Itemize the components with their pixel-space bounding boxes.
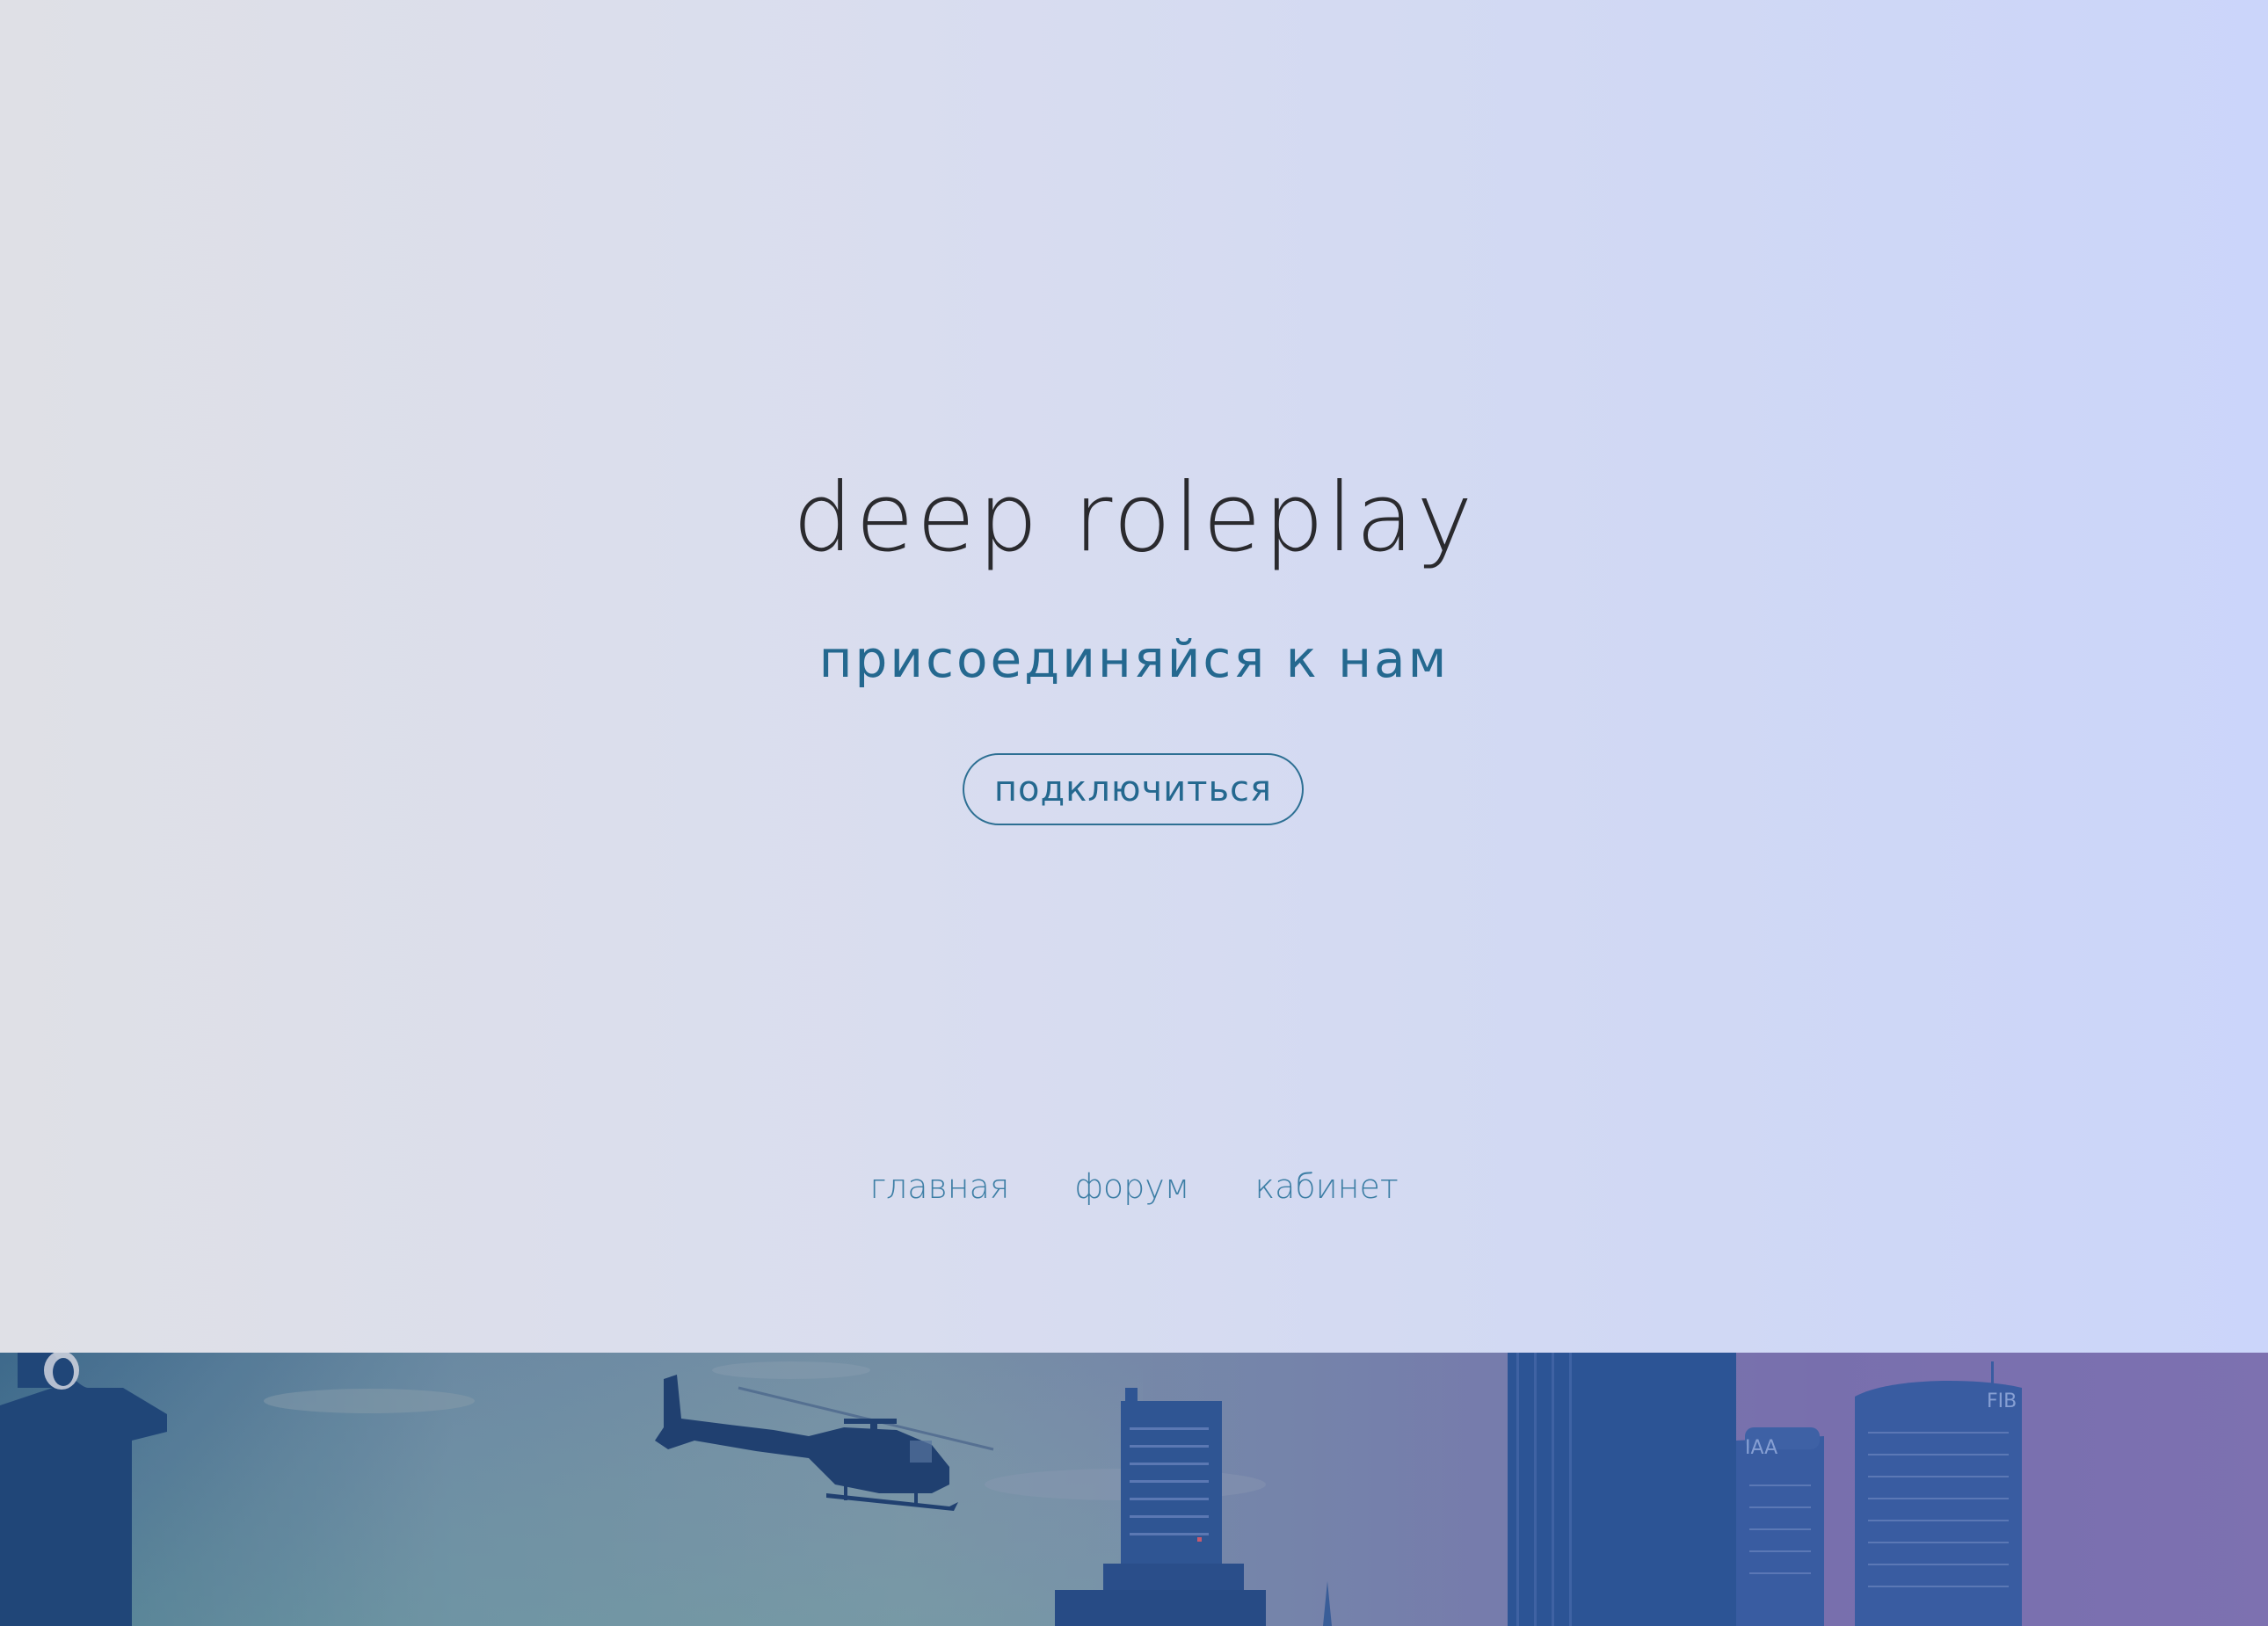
site-title: deep roleplay — [792, 463, 1476, 573]
city-banner-image: IAA FIB — [0, 1353, 2268, 1626]
main-nav: главная форум кабинет — [0, 1160, 2268, 1213]
nav-link-forum[interactable]: форум — [1074, 1160, 1189, 1213]
landing-page: deep roleplay присоединяйся к нам подклю… — [0, 0, 2268, 1626]
tagline: присоединяйся к нам — [818, 629, 1450, 689]
hero-section: deep roleplay присоединяйся к нам подклю… — [0, 0, 2268, 1353]
nav-link-cabinet[interactable]: кабинет — [1255, 1160, 1399, 1213]
connect-button[interactable]: подключиться — [963, 753, 1304, 825]
nav-link-home[interactable]: главная — [869, 1160, 1009, 1213]
